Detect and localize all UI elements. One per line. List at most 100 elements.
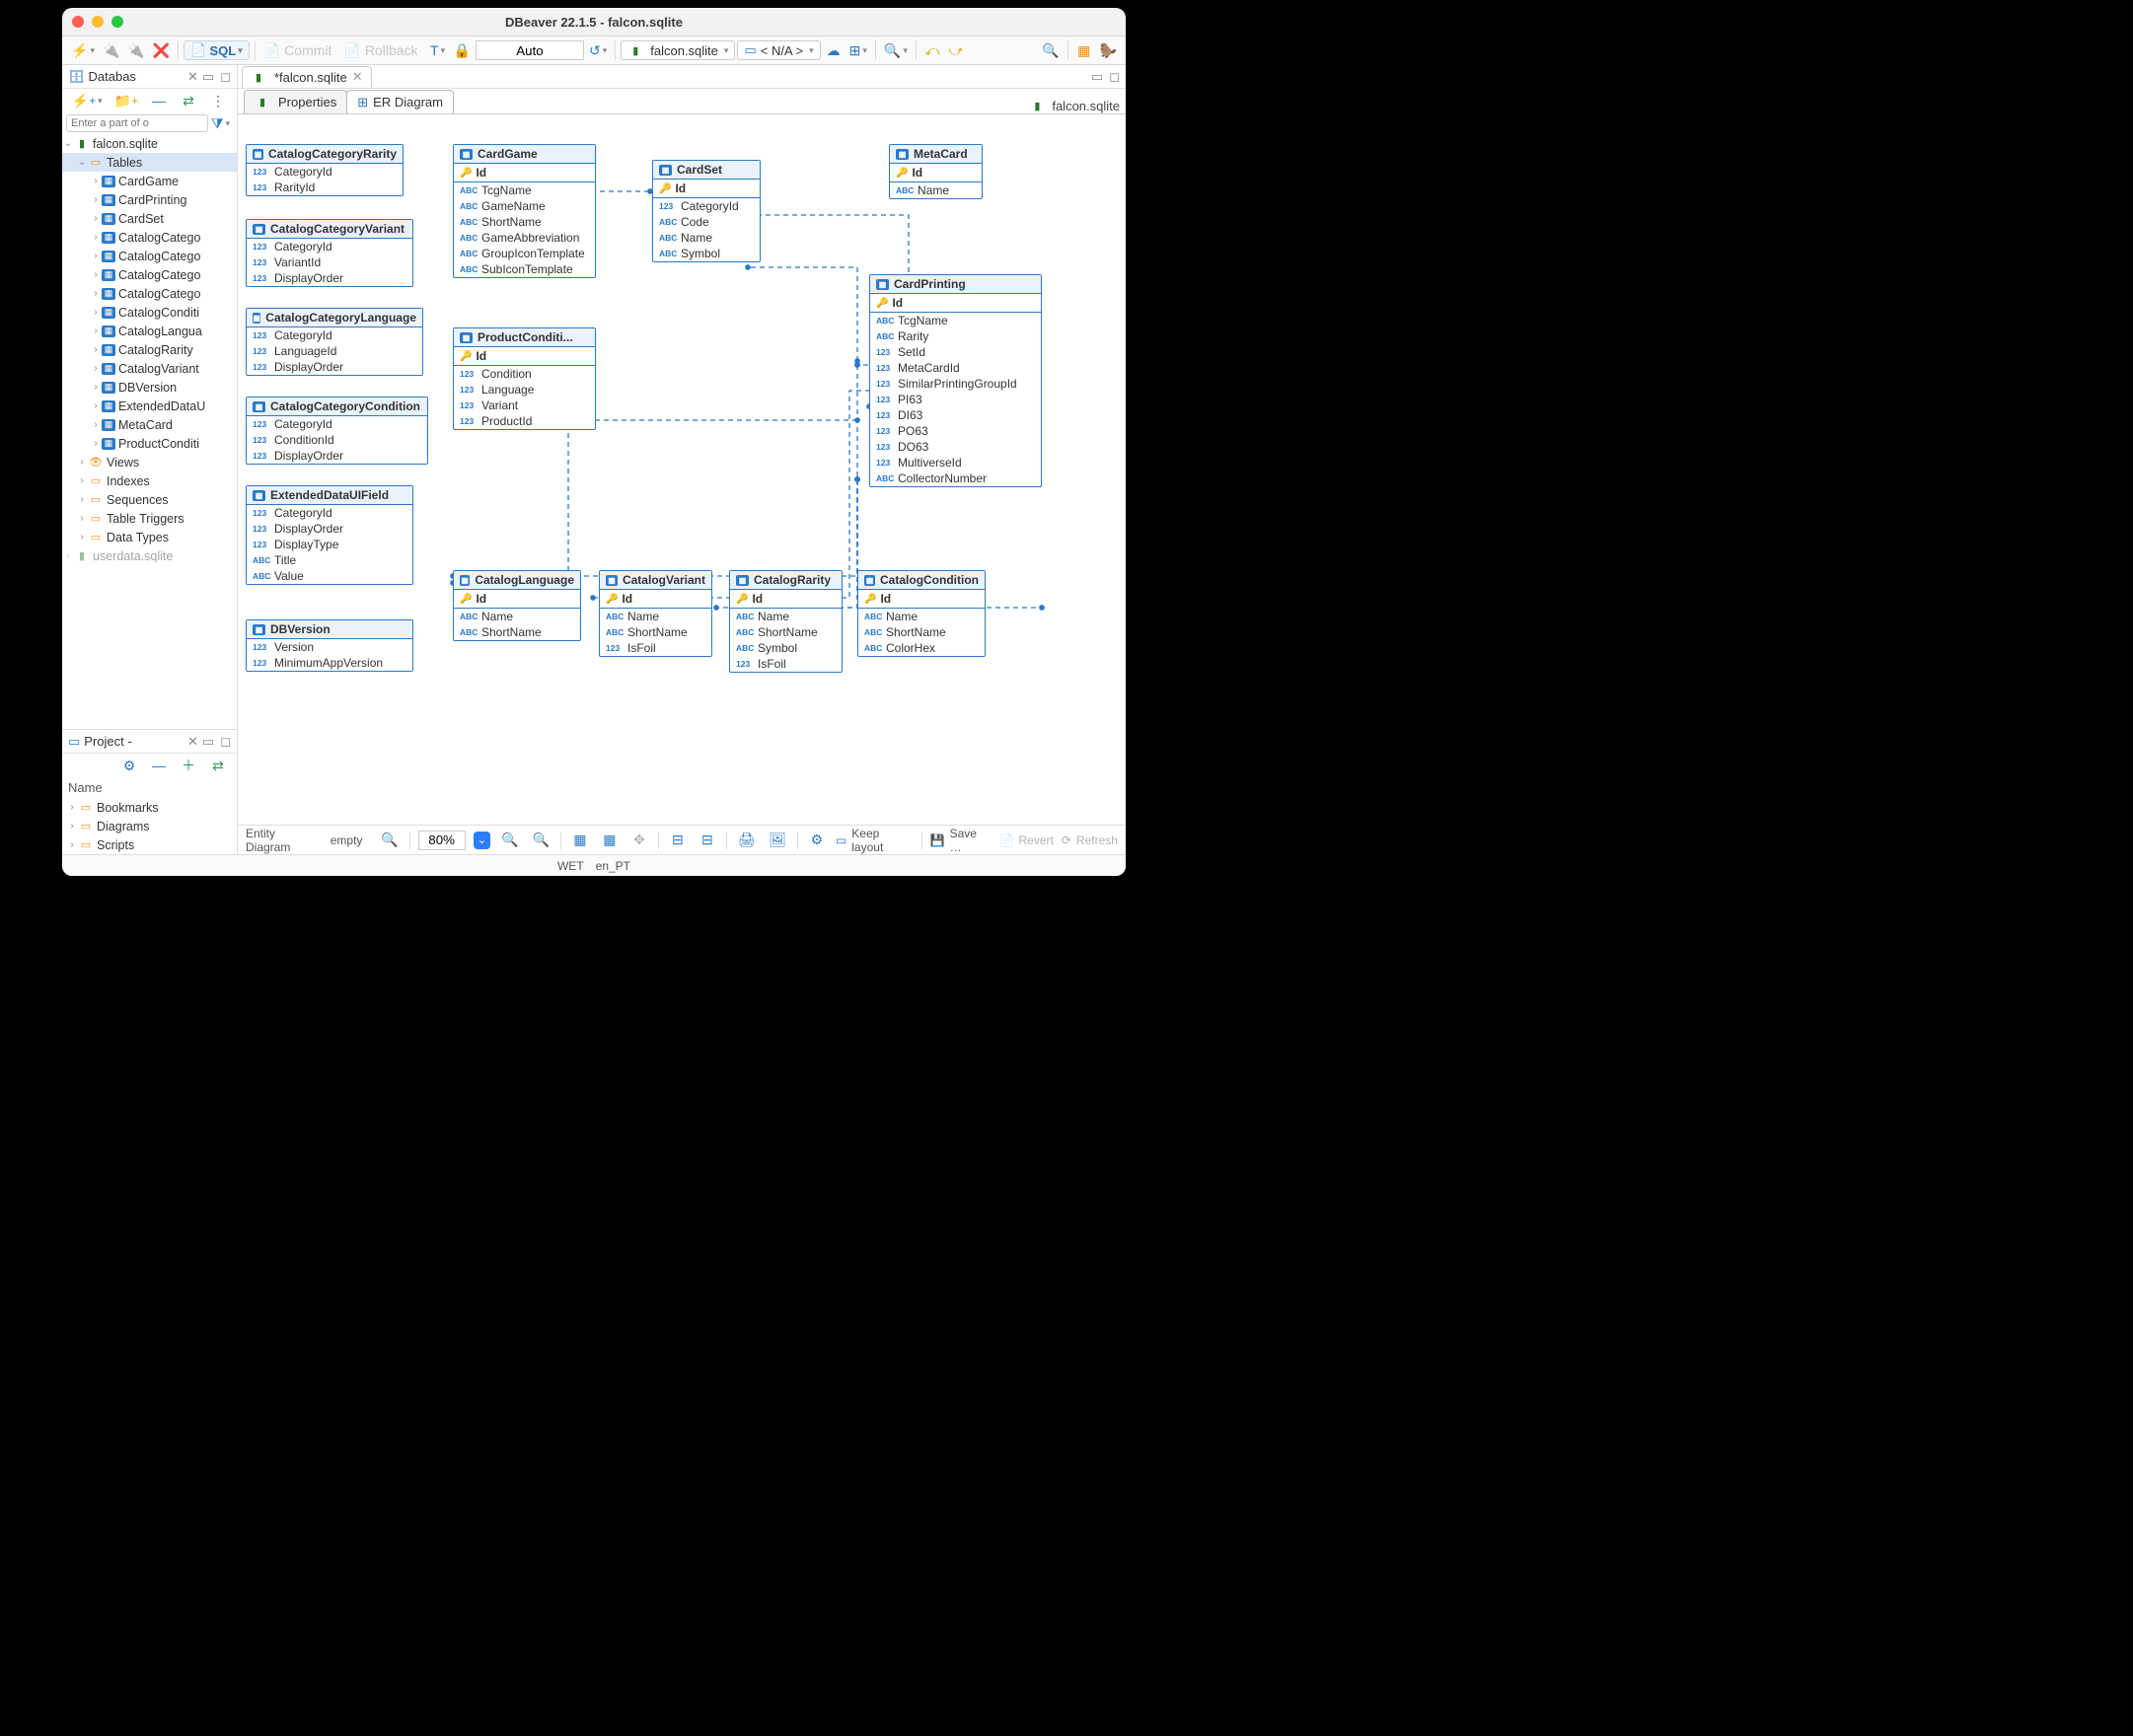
more-nav-icon[interactable]: ⋮ xyxy=(207,90,229,111)
export-icon[interactable]: 🖼 xyxy=(766,830,789,851)
leaf-icon[interactable]: ❌ xyxy=(150,39,173,61)
minimize-window-button[interactable] xyxy=(92,16,104,28)
rollback-button[interactable]: 📄Rollback xyxy=(340,39,424,61)
entity-DBVersion[interactable]: ▦DBVersion123Version123MinimumAppVersion xyxy=(246,619,413,672)
tree-other-db[interactable]: ›▮userdata.sqlite xyxy=(62,546,237,565)
auto-combo[interactable] xyxy=(476,40,584,60)
entity-CatalogRarity[interactable]: ▦CatalogRarity🔑IdABCNameABCShortNameABCS… xyxy=(729,570,843,673)
project-max-icon[interactable]: ◻ xyxy=(220,734,231,750)
entity-CardPrinting[interactable]: ▦CardPrinting🔑IdABCTcgNameABCRarity123Se… xyxy=(869,274,1042,487)
footer-search-icon[interactable]: 🔍 xyxy=(378,830,401,851)
tree-table[interactable]: ›▦CardGame xyxy=(62,172,237,190)
zoom-fit-button[interactable]: ⌄ xyxy=(474,832,491,849)
project-collapse-icon[interactable]: — xyxy=(148,755,170,776)
entity-ProductConditi[interactable]: ▦ProductConditi...🔑Id123Condition123Lang… xyxy=(453,327,596,430)
commit-button[interactable]: 📄Commit xyxy=(260,39,339,61)
zoom-window-button[interactable] xyxy=(111,16,123,28)
schema-selector[interactable]: ▭< N/A >▾ xyxy=(737,40,820,60)
tree-table[interactable]: ›▦CatalogCatego xyxy=(62,228,237,247)
maximize-icon[interactable]: ◻ xyxy=(220,69,231,85)
entity-CardGame[interactable]: ▦CardGame🔑IdABCTcgNameABCGameNameABCShor… xyxy=(453,144,596,278)
subtab-er-diagram[interactable]: ⊞ER Diagram xyxy=(346,90,454,113)
new-connection-button[interactable]: ⚡▾ xyxy=(68,39,98,61)
tree-table[interactable]: ›▦CardSet xyxy=(62,209,237,228)
project-close-button[interactable]: ✕ xyxy=(187,734,198,750)
zoom-input[interactable] xyxy=(418,831,466,850)
revert-button[interactable]: 📄Revert xyxy=(999,833,1054,847)
tree-table[interactable]: ›▦MetaCard xyxy=(62,415,237,434)
project-gear-icon[interactable]: ⚙ xyxy=(118,755,140,776)
project-min-icon[interactable]: ▭ xyxy=(202,734,214,750)
entity-CatalogCategoryVariant[interactable]: ▦CatalogCategoryVariant123CategoryId123V… xyxy=(246,219,413,287)
collapse-icon[interactable]: — xyxy=(148,90,170,111)
editor-min-icon[interactable]: ▭ xyxy=(1091,69,1103,85)
tree-table[interactable]: ›▦CatalogLangua xyxy=(62,322,237,340)
tree-folder[interactable]: ›👁Views xyxy=(62,453,237,471)
arrange-icon-1[interactable]: ⊟ xyxy=(667,830,689,851)
project-refresh-icon[interactable]: ⇄ xyxy=(207,755,229,776)
grid-icon[interactable]: ▦ xyxy=(599,830,621,851)
minimize-icon[interactable]: ▭ xyxy=(202,69,214,85)
editor-tab-falcon[interactable]: ▮*falcon.sqlite✕ xyxy=(242,66,372,88)
database-selector[interactable]: ▮falcon.sqlite▾ xyxy=(621,40,735,60)
tree-table[interactable]: ›▦DBVersion xyxy=(62,378,237,397)
plug-cross-icon[interactable]: 🔌 xyxy=(124,39,147,61)
close-window-button[interactable] xyxy=(72,16,84,28)
tree-table[interactable]: ›▦CatalogCatego xyxy=(62,265,237,284)
tree-folder[interactable]: ›▭Sequences xyxy=(62,490,237,509)
tree-table[interactable]: ›▦CatalogCatego xyxy=(62,247,237,265)
history-button[interactable]: ↺▾ xyxy=(586,39,610,61)
project-item[interactable]: ›▭Bookmarks xyxy=(62,798,237,817)
subtab-properties[interactable]: ▮Properties xyxy=(244,90,347,113)
tree-table[interactable]: ›▦ExtendedDataU xyxy=(62,397,237,415)
nav-back-button[interactable]: ⤺ xyxy=(921,39,943,61)
sql-editor-button[interactable]: 📄SQL▾ xyxy=(184,40,249,60)
nav-close-button[interactable]: ✕ xyxy=(187,69,198,85)
new-conn-plus-icon[interactable]: ⚡+▾ xyxy=(70,90,105,111)
entity-CatalogCategoryRarity[interactable]: ▦CatalogCategoryRarity123CategoryId123Ra… xyxy=(246,144,404,196)
save-button[interactable]: 💾Save … xyxy=(930,827,992,854)
global-search-icon[interactable]: 🔍 xyxy=(1039,39,1062,61)
print-icon[interactable]: 🖨 xyxy=(735,830,759,851)
entity-MetaCard[interactable]: ▦MetaCard🔑IdABCName xyxy=(889,144,983,199)
project-item[interactable]: ›▭Diagrams xyxy=(62,817,237,835)
project-item[interactable]: ›▭Scripts xyxy=(62,835,237,854)
tree-icon[interactable]: ⊞▾ xyxy=(846,39,870,61)
tree-table[interactable]: ›▦ProductConditi xyxy=(62,434,237,453)
database-tree[interactable]: ⌄▮falcon.sqlite ⌄▭Tables ›▦CardGame›▦Car… xyxy=(62,134,237,729)
editor-max-icon[interactable]: ◻ xyxy=(1109,69,1120,85)
tree-table[interactable]: ›▦CatalogRarity xyxy=(62,340,237,359)
tree-table[interactable]: ›▦CatalogConditi xyxy=(62,303,237,322)
tree-table[interactable]: ›▦CatalogCatego xyxy=(62,284,237,303)
entity-CatalogCondition[interactable]: ▦CatalogCondition🔑IdABCNameABCShortNameA… xyxy=(857,570,986,657)
project-add-icon[interactable]: ＋ xyxy=(178,755,199,776)
er-diagram-canvas[interactable]: ▦CatalogCategoryRarity123CategoryId123Ra… xyxy=(238,114,1126,825)
tx-mode-button[interactable]: T▾ xyxy=(427,39,449,61)
filter-icon[interactable]: ⧩▾ xyxy=(208,112,233,134)
gear-icon[interactable]: ⚙ xyxy=(806,830,828,851)
tree-db-root[interactable]: ⌄▮falcon.sqlite xyxy=(62,134,237,153)
entity-CatalogCategoryLanguage[interactable]: ▦CatalogCategoryLanguage123CategoryId123… xyxy=(246,308,423,376)
zoom-in-icon[interactable]: 🔍 xyxy=(498,830,521,851)
arrange-icon-2[interactable]: ⊟ xyxy=(697,830,718,851)
layout-btn-1[interactable]: ▦ xyxy=(569,830,591,851)
nav-filter-input[interactable] xyxy=(66,114,208,132)
entity-CardSet[interactable]: ▦CardSet🔑Id123CategoryIdABCCodeABCNameAB… xyxy=(652,160,761,262)
keep-layout-toggle[interactable]: ▭Keep layout xyxy=(836,827,914,854)
entity-ExtendedDataUIField[interactable]: ▦ExtendedDataUIField123CategoryId123Disp… xyxy=(246,485,413,585)
search-dropdown-icon[interactable]: 🔍▾ xyxy=(881,39,911,61)
tree-folder[interactable]: ›▭Indexes xyxy=(62,471,237,490)
tree-folder[interactable]: ›▭Data Types xyxy=(62,528,237,546)
tree-table[interactable]: ›▦CatalogVariant xyxy=(62,359,237,378)
folder-plus-icon[interactable]: 📁+ xyxy=(112,90,140,111)
refresh-button[interactable]: ⟳Refresh xyxy=(1062,833,1118,847)
perspective-icon[interactable]: ▦ xyxy=(1073,39,1095,61)
tree-table[interactable]: ›▦CardPrinting xyxy=(62,190,237,209)
entity-CatalogCategoryCondition[interactable]: ▦CatalogCategoryCondition123CategoryId12… xyxy=(246,397,428,465)
entity-CatalogVariant[interactable]: ▦CatalogVariant🔑IdABCNameABCShortName123… xyxy=(599,570,712,657)
cloud-icon[interactable]: ☁ xyxy=(823,39,845,61)
refresh-nav-icon[interactable]: ⇄ xyxy=(178,90,199,111)
tree-tables-folder[interactable]: ⌄▭Tables xyxy=(62,153,237,172)
plug-icon[interactable]: 🔌 xyxy=(100,39,122,61)
lock-icon[interactable]: 🔒 xyxy=(451,39,474,61)
